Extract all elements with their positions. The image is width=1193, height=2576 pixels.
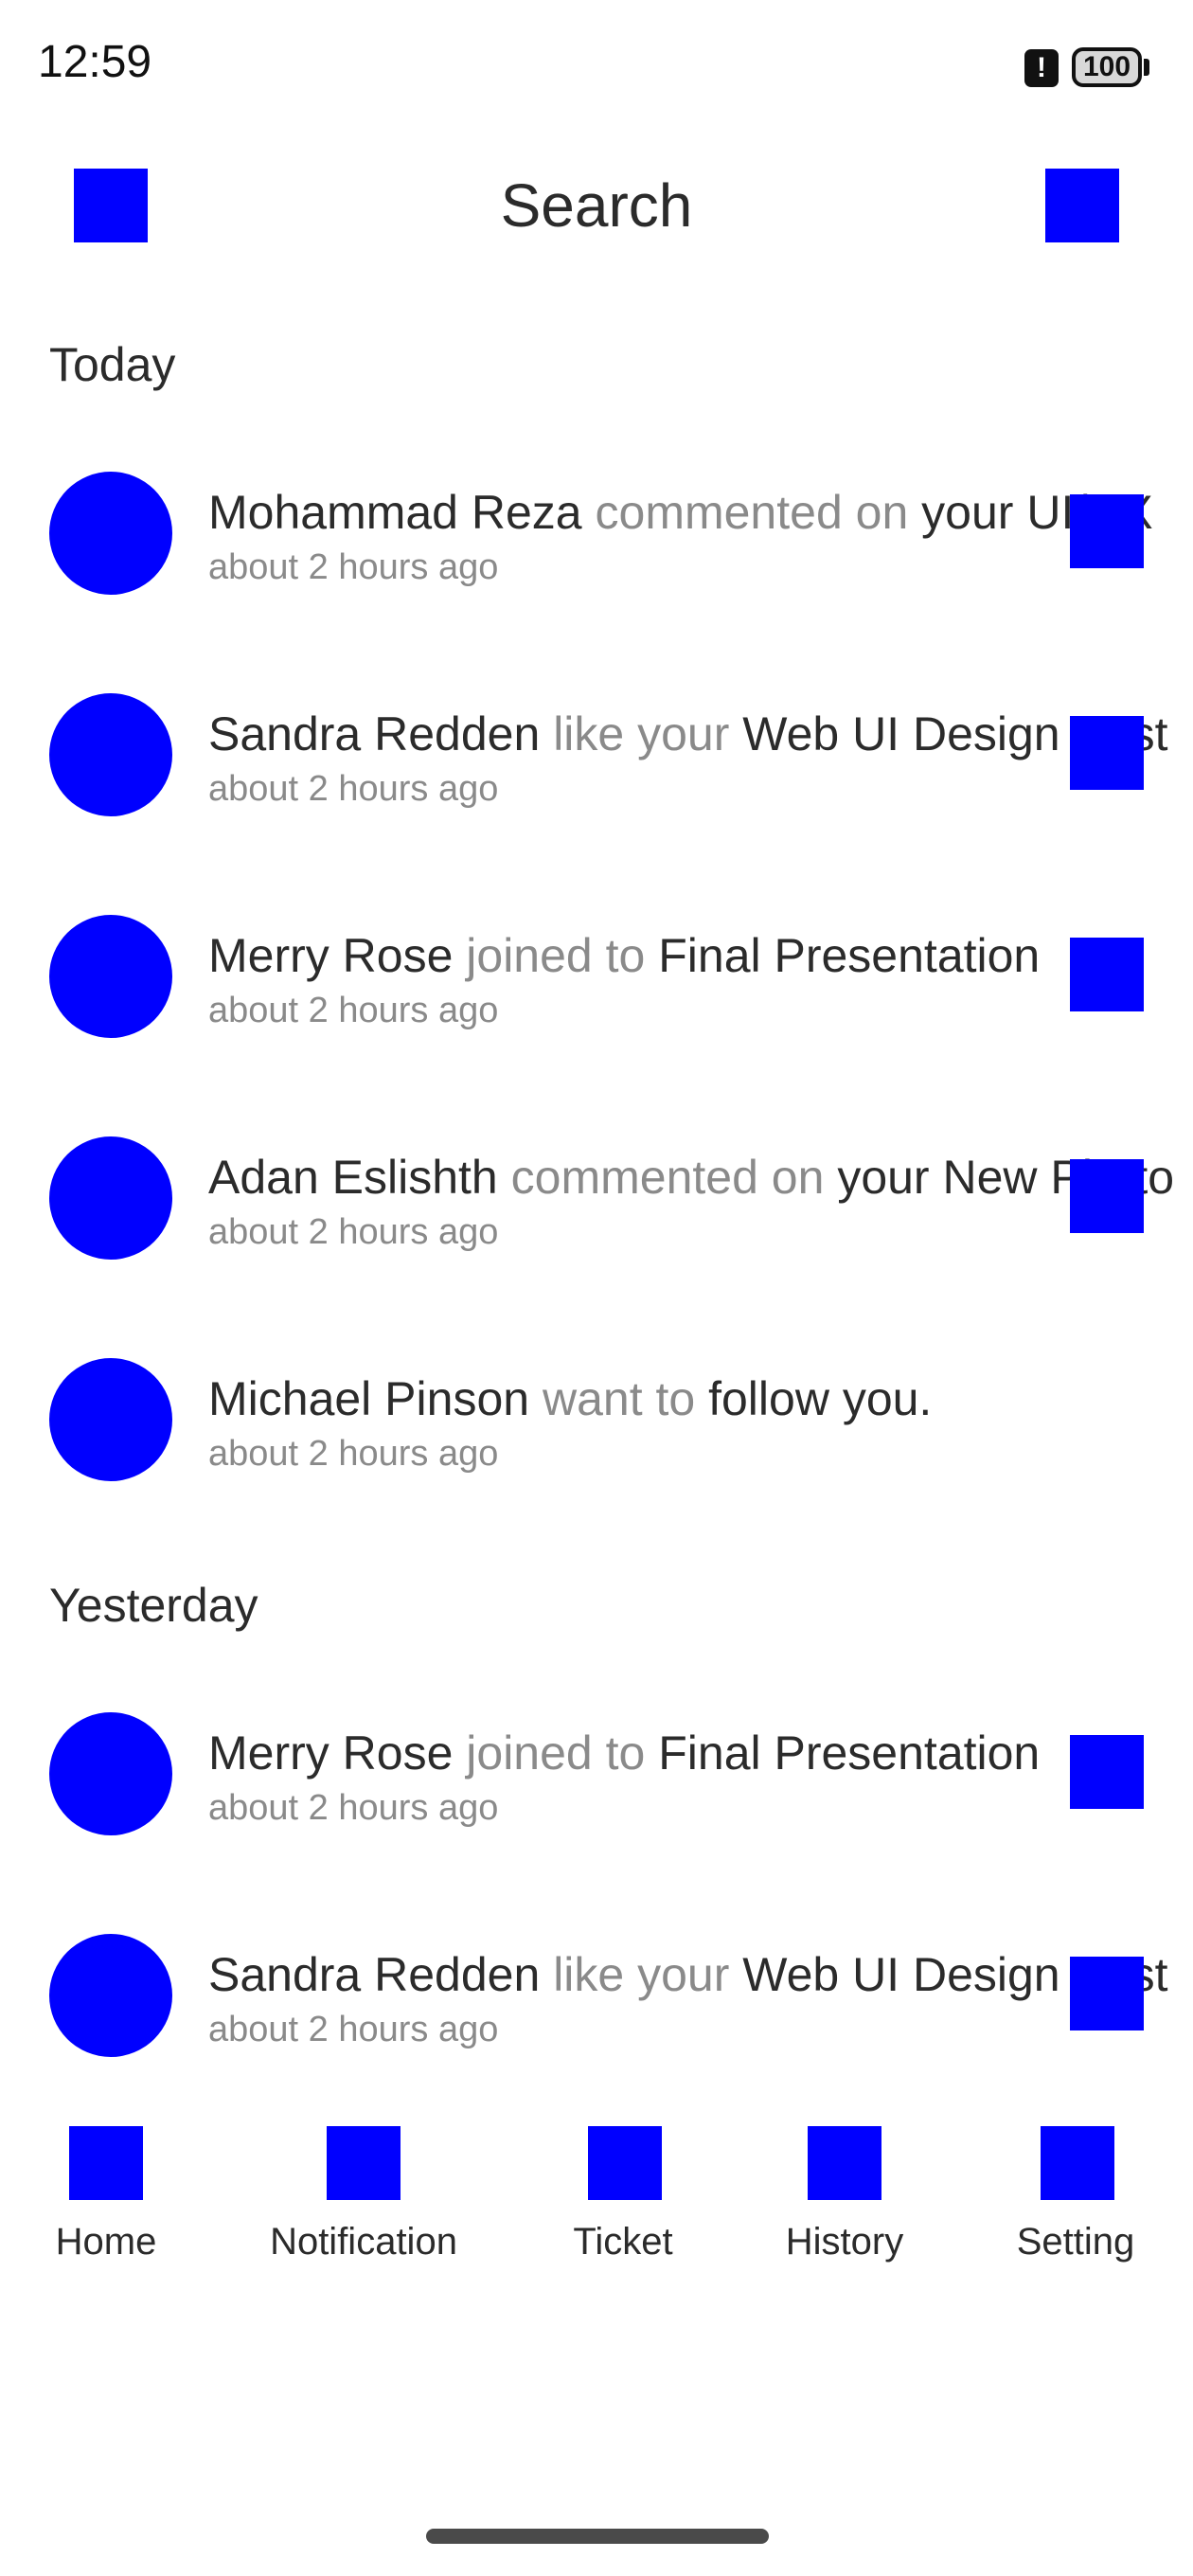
timestamp: about 2 hours ago bbox=[208, 769, 499, 809]
notification-text: Mohammad Reza commented on your UI/UX bbox=[208, 485, 1153, 540]
item-action-icon[interactable] bbox=[1070, 1735, 1144, 1809]
page-title: Search bbox=[500, 171, 693, 240]
home-indicator[interactable] bbox=[426, 2529, 769, 2544]
notification-item[interactable]: Merry Rose joined to Final Presentation … bbox=[0, 915, 1193, 1047]
object-text: Final Presentation bbox=[658, 929, 1041, 982]
notification-item[interactable]: Merry Rose joined to Final Presentation … bbox=[0, 1712, 1193, 1845]
user-name: Mohammad Reza bbox=[208, 486, 582, 539]
nav-label-notification[interactable]: Notification bbox=[259, 2221, 468, 2263]
avatar[interactable] bbox=[49, 1712, 172, 1835]
object-text: Final Presentation bbox=[658, 1726, 1041, 1780]
nav-item-history[interactable]: History bbox=[740, 2126, 949, 2268]
battery-icon: 100 bbox=[1072, 47, 1142, 87]
user-name: Michael Pinson bbox=[208, 1372, 530, 1425]
status-bar: 12:59 ! 100 bbox=[0, 0, 1193, 133]
notification-item[interactable]: Sandra Redden like your Web UI Design Po… bbox=[0, 1934, 1193, 2066]
history-icon[interactable] bbox=[808, 2126, 881, 2200]
battery-tip bbox=[1144, 59, 1149, 76]
item-action-icon[interactable] bbox=[1070, 938, 1144, 1011]
action-text: joined to bbox=[466, 1726, 646, 1780]
action-text: like your bbox=[553, 707, 730, 760]
notification-item[interactable]: Adan Eslishth commented on your New Phot… bbox=[0, 1136, 1193, 1269]
timestamp: about 2 hours ago bbox=[208, 1788, 499, 1828]
action-text: joined to bbox=[466, 929, 646, 982]
avatar[interactable] bbox=[49, 472, 172, 595]
notification-text: Merry Rose joined to Final Presentation bbox=[208, 928, 1040, 983]
alert-icon: ! bbox=[1024, 49, 1059, 87]
avatar[interactable] bbox=[49, 693, 172, 816]
action-text: commented on bbox=[510, 1151, 825, 1204]
item-action-icon[interactable] bbox=[1070, 1159, 1144, 1233]
object-text: follow you. bbox=[708, 1372, 933, 1425]
section-title-today: Today bbox=[49, 338, 176, 391]
avatar[interactable] bbox=[49, 915, 172, 1038]
action-text: want to bbox=[542, 1372, 696, 1425]
nav-label-history[interactable]: History bbox=[740, 2221, 949, 2263]
ticket-icon[interactable] bbox=[588, 2126, 662, 2200]
timestamp: about 2 hours ago bbox=[208, 991, 499, 1030]
home-icon[interactable] bbox=[69, 2126, 143, 2200]
nav-item-home[interactable]: Home bbox=[2, 2126, 210, 2268]
item-action-icon[interactable] bbox=[1070, 494, 1144, 568]
notification-text: Sandra Redden like your Web UI Design Po… bbox=[208, 707, 1168, 761]
bottom-nav: Home Notification Ticket History Setting bbox=[0, 2126, 1193, 2287]
notification-item[interactable]: Mohammad Reza commented on your UI/UX ab… bbox=[0, 472, 1193, 604]
notification-item[interactable]: Sandra Redden like your Web UI Design Po… bbox=[0, 693, 1193, 826]
notification-text: Sandra Redden like your Web UI Design Po… bbox=[208, 1947, 1168, 2002]
timestamp: about 2 hours ago bbox=[208, 1212, 499, 1252]
nav-item-setting[interactable]: Setting bbox=[971, 2126, 1180, 2268]
user-name: Sandra Redden bbox=[208, 1948, 541, 2001]
timestamp: about 2 hours ago bbox=[208, 2010, 499, 2049]
user-name: Merry Rose bbox=[208, 929, 454, 982]
item-action-icon[interactable] bbox=[1070, 716, 1144, 790]
avatar[interactable] bbox=[49, 1136, 172, 1260]
menu-icon[interactable] bbox=[1045, 169, 1119, 242]
user-name: Merry Rose bbox=[208, 1726, 454, 1780]
notification-icon[interactable] bbox=[327, 2126, 401, 2200]
user-name: Adan Eslishth bbox=[208, 1151, 498, 1204]
gear-icon[interactable] bbox=[1041, 2126, 1114, 2200]
avatar[interactable] bbox=[49, 1934, 172, 2057]
timestamp: about 2 hours ago bbox=[208, 547, 499, 587]
action-text: commented on bbox=[595, 486, 909, 539]
notification-text: Michael Pinson want to follow you. bbox=[208, 1371, 932, 1426]
timestamp: about 2 hours ago bbox=[208, 1434, 499, 1474]
action-text: like your bbox=[553, 1948, 730, 2001]
notification-text: Merry Rose joined to Final Presentation bbox=[208, 1726, 1040, 1780]
user-name: Sandra Redden bbox=[208, 707, 541, 760]
nav-label-ticket[interactable]: Ticket bbox=[519, 2221, 727, 2263]
nav-label-setting[interactable]: Setting bbox=[971, 2221, 1180, 2263]
header: Search bbox=[0, 152, 1193, 256]
nav-item-ticket[interactable]: Ticket bbox=[519, 2126, 727, 2268]
notification-item[interactable]: Michael Pinson want to follow you. about… bbox=[0, 1358, 1193, 1491]
nav-label-home[interactable]: Home bbox=[2, 2221, 210, 2263]
section-title-yesterday: Yesterday bbox=[49, 1579, 258, 1632]
nav-item-notification[interactable]: Notification bbox=[259, 2126, 468, 2268]
avatar[interactable] bbox=[49, 1358, 172, 1481]
item-action-icon[interactable] bbox=[1070, 1957, 1144, 2030]
status-time: 12:59 bbox=[38, 37, 152, 87]
notification-text: Adan Eslishth commented on your New Phot… bbox=[208, 1150, 1174, 1205]
